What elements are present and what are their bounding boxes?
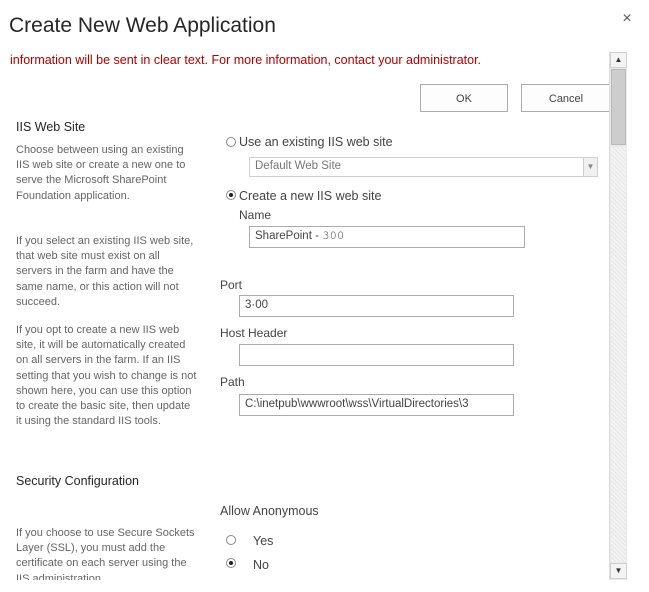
- host-header-input[interactable]: [239, 344, 514, 366]
- use-existing-site-radio[interactable]: [226, 137, 236, 147]
- dialog-content: information will be sent in clear text. …: [0, 46, 609, 580]
- scroll-thumb[interactable]: [611, 69, 626, 145]
- scroll-down-icon[interactable]: ▼: [610, 563, 627, 579]
- allow-anonymous-label: Allow Anonymous: [220, 504, 319, 518]
- scroll-up-icon[interactable]: ▲: [610, 52, 627, 68]
- port-label: Port: [220, 278, 243, 292]
- use-existing-site-label: Use an existing IIS web site: [239, 135, 393, 149]
- host-header-label: Host Header: [220, 326, 288, 340]
- anonymous-no-radio[interactable]: [226, 558, 236, 568]
- warning-message: information will be sent in clear text. …: [10, 53, 482, 67]
- anonymous-yes-radio[interactable]: [226, 535, 236, 545]
- close-icon[interactable]: ×: [619, 10, 635, 28]
- existing-site-select[interactable]: Default Web Site ▼: [249, 157, 598, 177]
- path-label: Path: [220, 375, 245, 389]
- iis-description-3: If you opt to create a new IIS web site,…: [16, 324, 197, 428]
- dialog-title: Create New Web Application: [9, 14, 276, 37]
- chevron-down-icon[interactable]: ▼: [583, 158, 597, 176]
- port-input[interactable]: 3·00: [239, 295, 514, 317]
- vertical-scrollbar[interactable]: ▲ ▼: [609, 52, 627, 580]
- iis-description-1: Choose between using an existing IIS web…: [16, 144, 186, 202]
- scroll-track[interactable]: [611, 147, 626, 562]
- existing-site-value: Default Web Site: [255, 160, 342, 172]
- iis-section-title: IIS Web Site: [16, 120, 86, 134]
- security-description: If you choose to use Secure Sockets Laye…: [16, 527, 195, 580]
- ok-button[interactable]: OK: [420, 84, 508, 112]
- anonymous-yes-label: Yes: [253, 534, 274, 548]
- anonymous-no-label: No: [253, 558, 269, 572]
- path-input[interactable]: C:\inetpub\wwwroot\wss\VirtualDirectorie…: [239, 394, 514, 416]
- create-new-site-radio[interactable]: [226, 190, 236, 200]
- security-section-title: Security Configuration: [16, 474, 139, 488]
- iis-description-2: If you select an existing IIS web site, …: [16, 235, 194, 308]
- cancel-button[interactable]: Cancel: [521, 84, 609, 112]
- create-new-site-label: Create a new IIS web site: [239, 189, 382, 203]
- name-input[interactable]: SharePoint - 𝟹𝟶𝟶: [249, 226, 525, 248]
- name-label: Name: [239, 208, 272, 222]
